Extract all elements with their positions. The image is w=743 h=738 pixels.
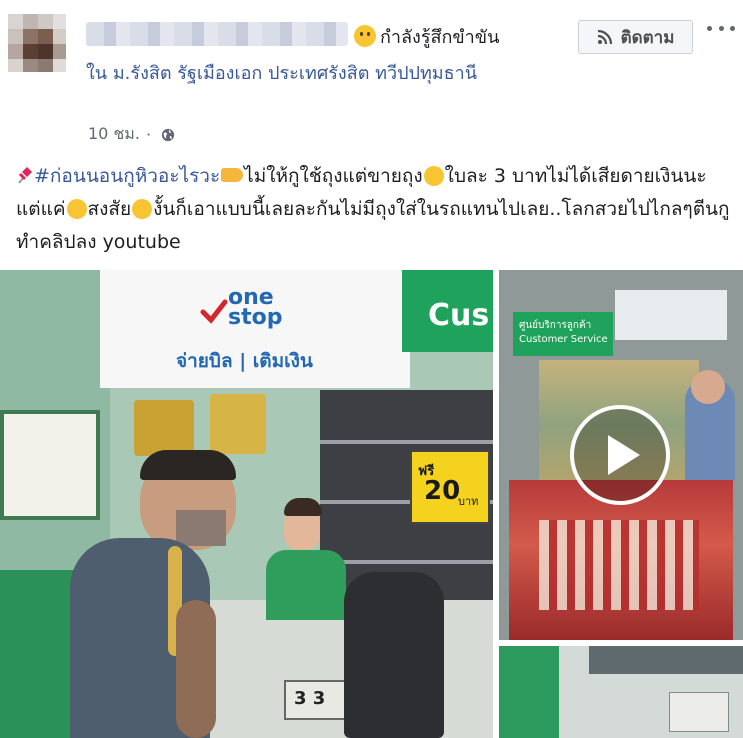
customer-hair xyxy=(140,450,236,480)
post-text-1: ไม่ให้กูใช้ถุงแต่ขายถุง xyxy=(244,165,423,187)
customer-face-blur xyxy=(176,510,226,546)
more-dot-icon xyxy=(718,25,724,31)
grinning-face-icon xyxy=(132,199,153,219)
play-video-button[interactable] xyxy=(570,405,670,505)
video-basket-items xyxy=(539,520,699,610)
video-sign-line1: ศูนย์บริการลูกค้า xyxy=(519,320,592,331)
timestamp[interactable]: 10 ชม. xyxy=(88,122,140,147)
cashier-shirt xyxy=(266,550,346,620)
sad-face-icon xyxy=(423,166,444,186)
video-person-head xyxy=(691,370,725,404)
location-link[interactable]: ใน ม.รังสิต รัฐเมืองเอก ประเทศรังสิต ทวี… xyxy=(86,58,526,89)
avatar[interactable] xyxy=(8,14,66,72)
register-number: 3 3 xyxy=(294,688,326,709)
follow-label: ติดตาม xyxy=(620,27,675,48)
photo-thumbnail-3[interactable] xyxy=(499,646,743,738)
office-chair xyxy=(344,572,444,738)
onestop-logo-line2: stop xyxy=(228,305,283,330)
profile-name-blurred[interactable] xyxy=(86,22,348,46)
checkmark-logo-icon xyxy=(200,299,228,324)
laughing-face-icon xyxy=(66,199,87,219)
meta-dot: · xyxy=(145,125,152,144)
customer-sign-text: Cus xyxy=(428,298,490,333)
more-options-button[interactable] xyxy=(707,18,735,38)
play-icon xyxy=(608,435,640,475)
photo3-ceiling xyxy=(589,646,743,674)
video-top-sign xyxy=(615,290,727,340)
more-dot-icon xyxy=(730,25,735,31)
cashier-hair xyxy=(284,498,322,516)
follow-button[interactable]: ติดตาม xyxy=(578,20,693,54)
price-tag-value: 20 xyxy=(424,476,461,506)
pushpin-icon xyxy=(18,167,32,184)
post-meta: 10 ชม. · xyxy=(88,122,175,147)
feeling-status: กำลังรู้สึกขำขัน xyxy=(354,22,499,51)
notice-board xyxy=(0,410,100,520)
onestop-service-text: จ่ายบิล | เติมเงิน xyxy=(176,350,313,372)
shelf-line xyxy=(320,560,493,564)
pointing-hand-icon xyxy=(221,168,244,182)
customer-arm xyxy=(176,600,216,738)
photo-store-counter[interactable]: Cus one stop จ่ายบิล | เติมเงิน ฟรี 20 บ… xyxy=(0,270,493,738)
video-sign-line2: Customer Service xyxy=(519,334,608,345)
photo3-green-column xyxy=(499,646,559,738)
price-tag-unit: บาท xyxy=(458,495,479,508)
hashtag-link[interactable]: #ก่อนนอนกูหิวอะไรวะ xyxy=(34,165,220,187)
globe-icon[interactable] xyxy=(161,128,175,142)
rss-icon xyxy=(597,29,612,45)
gift-box xyxy=(134,400,194,456)
feeling-text: กำลังรู้สึกขำขัน xyxy=(380,27,500,48)
gift-box xyxy=(210,394,266,454)
more-dot-icon xyxy=(707,25,712,31)
facebook-post: กำลังรู้สึกขำขัน ใน ม.รังสิต รัฐเมืองเอก… xyxy=(0,0,743,738)
smiley-icon xyxy=(354,25,376,47)
counter-left xyxy=(0,570,80,738)
post-text: #ก่อนนอนกูหิวอะไรวะ ไม่ให้กูใช้ถุงแต่ขายถ… xyxy=(16,160,731,259)
shelf-line xyxy=(320,440,493,444)
post-text-3: สงสัย xyxy=(87,198,132,220)
photo3-sign xyxy=(669,692,729,732)
